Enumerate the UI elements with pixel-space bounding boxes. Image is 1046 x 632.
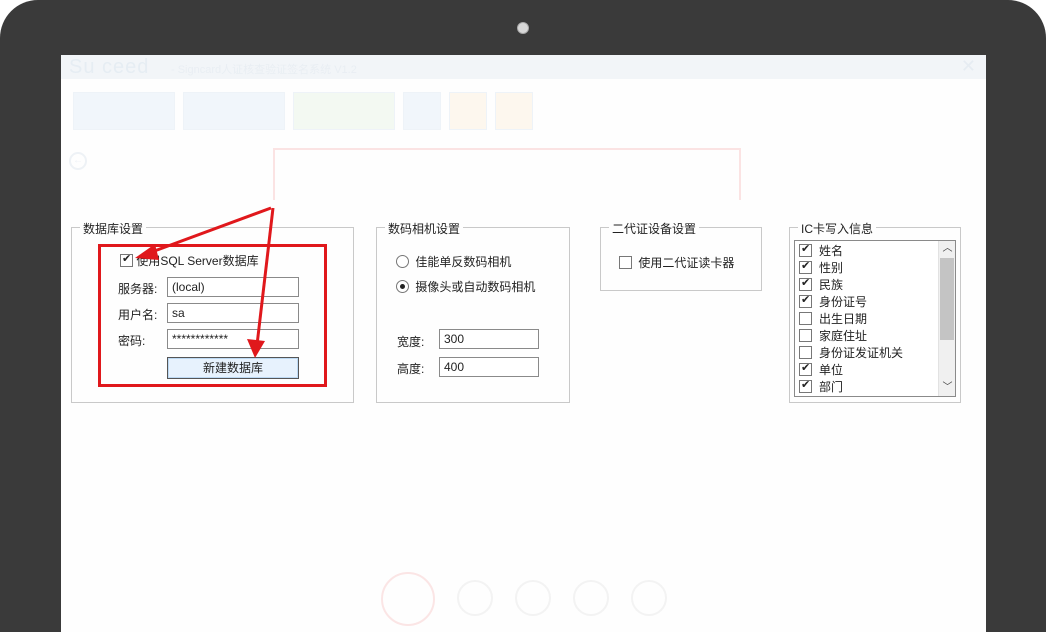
- list-item-label: 身份证号: [819, 295, 868, 309]
- webcam-label: 摄像头或自动数码相机: [415, 280, 536, 294]
- background-toolbar: [73, 92, 533, 130]
- checkbox[interactable]: [799, 329, 812, 342]
- width-input[interactable]: 300: [439, 329, 539, 349]
- check-icon[interactable]: [799, 293, 812, 308]
- background-eye-icon: [457, 580, 493, 616]
- list-item[interactable]: 性别: [795, 259, 955, 276]
- use-id-reader-option[interactable]: 使用二代证读卡器: [619, 254, 734, 271]
- camera-settings-title: 数码相机设置: [385, 220, 464, 237]
- background-user-icon: [381, 572, 435, 626]
- width-label: 宽度:: [397, 335, 425, 349]
- list-item-label: 单位: [819, 363, 844, 377]
- use-id-reader-label: 使用二代证读卡器: [638, 256, 735, 270]
- ic-card-fields-list[interactable]: 姓名 性别 民族 身份证号 出生日期 家庭住址 身份证发证机关 单位 部门 ︿ …: [794, 240, 956, 397]
- list-item[interactable]: 姓名: [795, 242, 955, 259]
- chevron-down-icon[interactable]: ﹀: [939, 380, 955, 396]
- canon-label: 佳能单反数码相机: [415, 255, 512, 269]
- scroll-thumb[interactable]: [940, 258, 954, 340]
- background-bottom-bar: [381, 572, 667, 626]
- chevron-up-icon[interactable]: ︿: [939, 241, 955, 257]
- highlight-box: [98, 244, 327, 387]
- check-icon[interactable]: [799, 259, 812, 274]
- background-logo: Su ceed: [69, 56, 150, 78]
- background-highlight-box: [273, 148, 741, 200]
- list-item-label: 家庭住址: [819, 329, 868, 343]
- height-input[interactable]: 400: [439, 357, 539, 377]
- check-icon[interactable]: [799, 242, 812, 257]
- use-id-reader-checkbox[interactable]: [619, 256, 632, 269]
- checkbox[interactable]: [799, 346, 812, 359]
- ic-card-info-title: IC卡写入信息: [798, 220, 877, 237]
- camera-option-webcam[interactable]: 摄像头或自动数码相机: [396, 278, 535, 295]
- background-title-bar: Su ceed - Signcard人证核查验证签名系统 V1.2 ✕: [61, 55, 986, 79]
- screen: Su ceed - Signcard人证核查验证签名系统 V1.2 ✕ ← 数据…: [61, 55, 986, 632]
- list-item[interactable]: 民族: [795, 276, 955, 293]
- list-item[interactable]: 家庭住址: [795, 327, 955, 344]
- ic-card-fields-rows: 姓名 性别 民族 身份证号 出生日期 家庭住址 身份证发证机关 单位 部门: [795, 241, 955, 395]
- list-item[interactable]: 部门: [795, 378, 955, 395]
- height-label: 高度:: [397, 362, 425, 376]
- background-tile: [183, 92, 285, 130]
- id-device-settings-title: 二代证设备设置: [609, 220, 700, 237]
- background-save-icon: [573, 580, 609, 616]
- background-app-title: - Signcard人证核查验证签名系统 V1.2: [171, 64, 357, 76]
- background-close-icon: ✕: [960, 56, 976, 76]
- list-item[interactable]: 身份证发证机关: [795, 344, 955, 361]
- check-icon[interactable]: [799, 378, 812, 393]
- background-tile: [73, 92, 175, 130]
- list-item-label: 性别: [819, 261, 844, 275]
- background-tile: [449, 92, 487, 130]
- list-item[interactable]: 出生日期: [795, 310, 955, 327]
- background-tile: [495, 92, 533, 130]
- check-icon[interactable]: [799, 276, 812, 291]
- list-item-label: 姓名: [819, 244, 844, 258]
- canon-radio[interactable]: [396, 255, 409, 268]
- background-trash-icon: [631, 580, 667, 616]
- list-item-label: 民族: [819, 278, 844, 292]
- list-item-label: 出生日期: [819, 312, 868, 326]
- background-tile: [403, 92, 441, 130]
- camera-option-canon[interactable]: 佳能单反数码相机: [396, 253, 511, 270]
- list-scrollbar[interactable]: ︿ ﹀: [938, 241, 955, 396]
- check-icon[interactable]: [799, 361, 812, 376]
- webcam-radio[interactable]: [396, 280, 409, 293]
- background-back-icon: ←: [69, 152, 87, 170]
- background-doc-icon: [515, 580, 551, 616]
- list-item-label: 身份证发证机关: [819, 346, 904, 360]
- list-item[interactable]: 身份证号: [795, 293, 955, 310]
- camera-icon: [517, 22, 529, 34]
- list-item[interactable]: 单位: [795, 361, 955, 378]
- list-item-label: 部门: [819, 380, 844, 394]
- background-tile: [293, 92, 395, 130]
- checkbox[interactable]: [799, 312, 812, 325]
- database-settings-title: 数据库设置: [80, 220, 147, 237]
